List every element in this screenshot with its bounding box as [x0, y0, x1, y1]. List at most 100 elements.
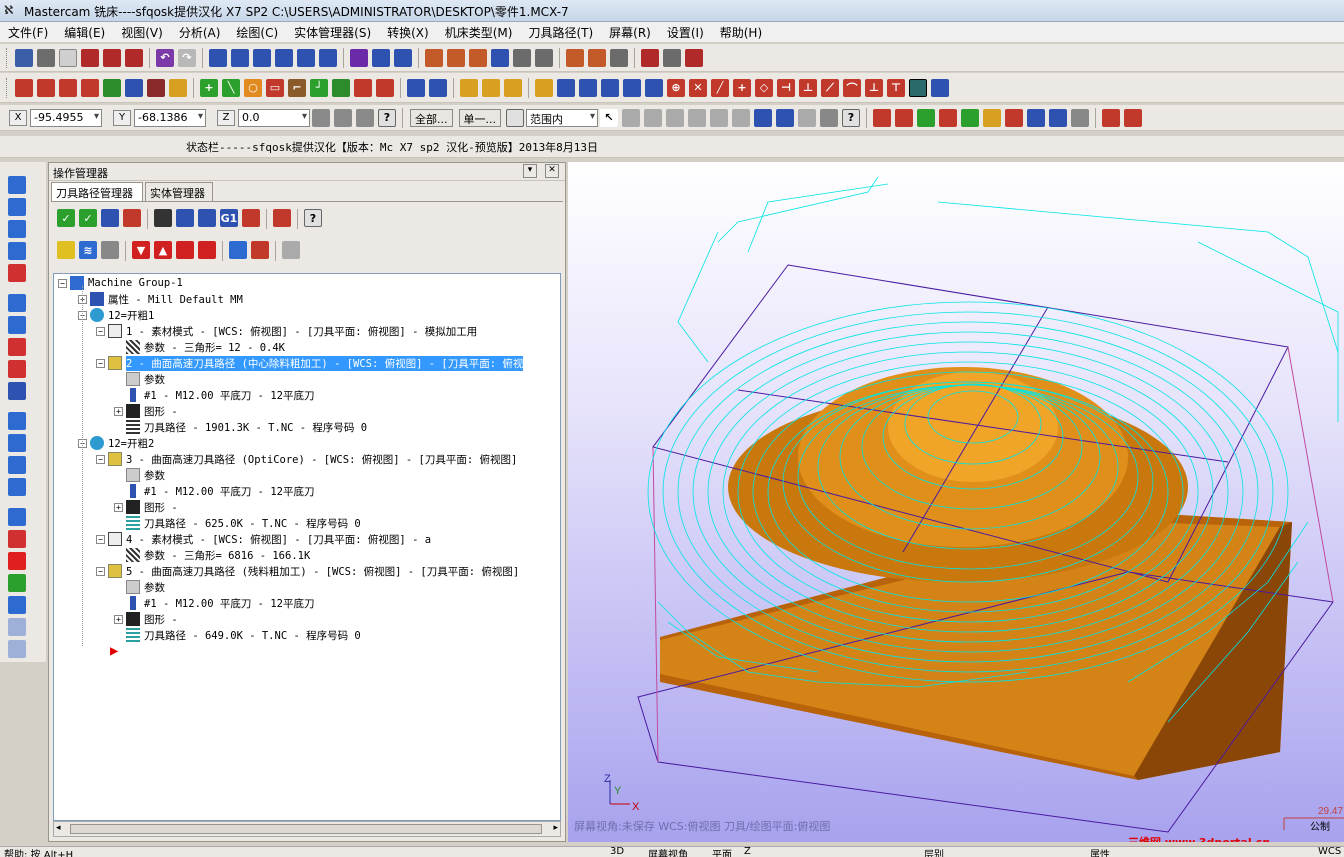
- sweep-icon[interactable]: [8, 478, 26, 496]
- solid-shade-icon[interactable]: [513, 48, 531, 67]
- tree-node-op5-tool[interactable]: #1 - M12.00 平底刀 - 12平底刀: [126, 595, 314, 611]
- snap-origin-icon[interactable]: [557, 78, 575, 97]
- move-up-icon[interactable]: ▲: [154, 241, 172, 259]
- layer-label[interactable]: 层别: [924, 847, 944, 857]
- layers-icon[interactable]: [425, 48, 443, 67]
- menu-settings[interactable]: 设置(I): [659, 24, 712, 41]
- zoom-window-icon[interactable]: [231, 48, 249, 67]
- line-icon[interactable]: [37, 78, 55, 97]
- spline-icon[interactable]: [147, 78, 165, 97]
- snap-arc-icon[interactable]: ⌒: [843, 78, 861, 97]
- create-point-icon[interactable]: +: [200, 78, 218, 97]
- verify-ops-icon[interactable]: [176, 209, 194, 227]
- select-window-icon[interactable]: [644, 108, 662, 127]
- arc-icon[interactable]: [59, 78, 77, 97]
- select-chain-icon[interactable]: [622, 108, 640, 127]
- tree-node-machine-group[interactable]: − Machine Group-1: [58, 275, 183, 291]
- toolpath-pocket-icon[interactable]: [895, 108, 913, 127]
- snap-quad-icon[interactable]: [645, 78, 663, 97]
- tree-node-op3-params[interactable]: 参数: [126, 467, 165, 483]
- toolpath-drill-icon[interactable]: [917, 108, 935, 127]
- viewport-split-icon[interactable]: [103, 48, 121, 67]
- tree-node-group-rough1[interactable]: −12=开粗1: [78, 307, 154, 323]
- backplot-ops-icon[interactable]: [154, 209, 172, 227]
- snap-settings-icon[interactable]: [931, 78, 949, 97]
- create-line-icon[interactable]: ╲: [222, 78, 240, 97]
- menu-xform[interactable]: 转换(X): [379, 24, 437, 41]
- undelete-icon[interactable]: [482, 78, 500, 97]
- wcs-label[interactable]: WCS: [1318, 847, 1341, 857]
- end-selection-icon[interactable]: [820, 108, 838, 127]
- toolpath-surface-icon[interactable]: [961, 108, 979, 127]
- menu-machine-type[interactable]: 机床类型(M): [437, 24, 521, 41]
- color-icon[interactable]: [1102, 108, 1120, 127]
- toggle-display-icon[interactable]: ≋: [79, 241, 97, 259]
- shell-icon[interactable]: [8, 530, 26, 548]
- btn-plane[interactable]: 平面: [712, 847, 732, 857]
- backplot-icon[interactable]: [588, 48, 606, 67]
- entity-icon[interactable]: [394, 48, 412, 67]
- tree-node-op2-toolpath[interactable]: 刀具路径 - 1901.3K - T.NC - 程序号码 0: [126, 419, 367, 435]
- view-down-icon[interactable]: [8, 242, 26, 260]
- tree-node-op-2[interactable]: −2 - 曲面高速刀具路径 (中心除料粗加工) - [WCS: 俯视图] - […: [96, 355, 524, 371]
- layout-icon[interactable]: [8, 618, 26, 636]
- g1-post-icon[interactable]: G1: [220, 209, 238, 227]
- view-side-icon[interactable]: [8, 220, 26, 238]
- solid-box-icon[interactable]: [8, 294, 26, 312]
- snap-vertical-icon[interactable]: ⊤: [887, 78, 905, 97]
- delete-icon[interactable]: [460, 78, 478, 97]
- scroll-right-icon[interactable]: ▸: [553, 823, 558, 833]
- loft-icon[interactable]: [8, 456, 26, 474]
- toolpath-multiaxis-icon[interactable]: [1005, 108, 1023, 127]
- tree-node-op-3[interactable]: −3 - 曲面高速刀具路径 (OptiCore) - [WCS: 俯视图] - …: [96, 451, 517, 467]
- show-geometry-icon[interactable]: [251, 241, 269, 259]
- snap-end-icon[interactable]: [601, 78, 619, 97]
- select-solid-icon[interactable]: [732, 108, 750, 127]
- tab-toolpath-manager[interactable]: 刀具路径管理器: [51, 182, 143, 201]
- tree-node-op4-params[interactable]: 参数 - 三角形= 6816 - 166.1K: [126, 547, 310, 563]
- snap-toggle-icon[interactable]: [909, 78, 927, 97]
- fit-icon[interactable]: [209, 48, 227, 67]
- new-icon[interactable]: [59, 48, 77, 67]
- snap-dropdown-icon[interactable]: [356, 108, 374, 127]
- solid-sphere-icon[interactable]: [8, 360, 26, 378]
- snap-center-icon[interactable]: [579, 78, 597, 97]
- dynamic-zoom-icon[interactable]: [297, 48, 315, 67]
- scroll-to-arrow-icon[interactable]: [198, 241, 216, 259]
- create-chamfer-icon[interactable]: ┘: [310, 78, 328, 97]
- tool-manager-icon[interactable]: [685, 48, 703, 67]
- snap-relative-icon[interactable]: ⊥: [799, 78, 817, 97]
- select-single-button[interactable]: 单一...: [458, 108, 501, 127]
- regen-dirty-icon[interactable]: [123, 209, 141, 227]
- snap-intersect-icon[interactable]: ⊕: [667, 78, 685, 97]
- save-icon[interactable]: [15, 48, 33, 67]
- analyze-icon[interactable]: [350, 48, 368, 67]
- toolpath-icon[interactable]: [566, 48, 584, 67]
- select-dirty-ops-icon[interactable]: ✓: [79, 209, 97, 227]
- letters-icon[interactable]: [169, 78, 187, 97]
- tree-node-op2-params[interactable]: 参数: [126, 371, 165, 387]
- tree-node-op1-params[interactable]: 参数 - 三角形= 12 - 0.4K: [126, 339, 285, 355]
- auto-cursor-icon[interactable]: [312, 108, 330, 127]
- stock-icon[interactable]: [663, 48, 681, 67]
- menu-view[interactable]: 视图(V): [113, 24, 171, 41]
- high-speed-icon[interactable]: [242, 209, 260, 227]
- tree-horizontal-scrollbar[interactable]: ◂ ▸: [53, 821, 561, 837]
- solid-cylinder-icon[interactable]: [8, 316, 26, 334]
- toolpath-nest-icon[interactable]: [1071, 108, 1089, 127]
- tree-node-op3-tool[interactable]: #1 - M12.00 平底刀 - 12平底刀: [126, 483, 314, 499]
- chain-icon[interactable]: [641, 48, 659, 67]
- unzoom-icon[interactable]: [253, 48, 271, 67]
- tree-node-op5-geometry[interactable]: + 图形 -: [114, 611, 178, 627]
- snap-point-icon[interactable]: +: [733, 78, 751, 97]
- tree-node-op-4[interactable]: −4 - 素材模式 - [WCS: 俯视图] - [刀具平面: 俯视图] - a: [96, 531, 431, 547]
- menu-screen[interactable]: 屏幕(R): [601, 24, 659, 41]
- levels-icon[interactable]: [447, 48, 465, 67]
- mirror-icon[interactable]: [429, 78, 447, 97]
- tree-node-op5-params[interactable]: 参数: [126, 579, 165, 595]
- redo-icon[interactable]: ↷: [178, 48, 196, 67]
- simulate-icon[interactable]: [198, 209, 216, 227]
- tree-node-op-5[interactable]: −5 - 曲面高速刀具路径 (残料粗加工) - [WCS: 俯视图] - [刀具…: [96, 563, 519, 579]
- insert-arrow-icon[interactable]: [176, 241, 194, 259]
- extrude-icon[interactable]: [8, 412, 26, 430]
